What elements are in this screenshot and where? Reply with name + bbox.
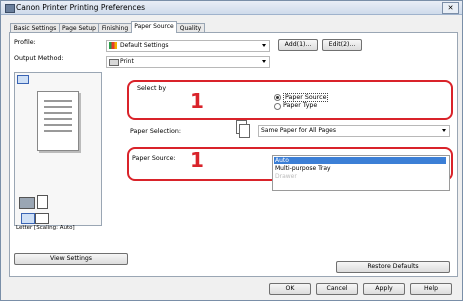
list-item[interactable]: Multi-purpose Tray bbox=[274, 165, 446, 172]
restore-defaults-button[interactable]: Restore Defaults bbox=[336, 261, 450, 273]
chevron-down-icon bbox=[262, 60, 266, 63]
profile-label: Profile: bbox=[14, 39, 36, 46]
preview-toggle-icon[interactable] bbox=[17, 75, 29, 84]
tab-paper-source[interactable]: Paper Source bbox=[131, 21, 177, 33]
window-title: Canon Printer Printing Preferences bbox=[16, 3, 145, 12]
edit-profile-button[interactable]: Edit(2)... bbox=[322, 39, 362, 51]
help-button[interactable]: Help bbox=[410, 283, 452, 295]
paper-source-radio[interactable] bbox=[274, 94, 281, 101]
paper-type-radio-label[interactable]: Paper Type bbox=[283, 102, 317, 109]
paper-type-radio[interactable] bbox=[274, 103, 281, 110]
list-item[interactable]: Drawer bbox=[274, 173, 446, 180]
printing-preferences-window: Canon Printer Printing Preferences ✕ Bas… bbox=[0, 0, 463, 301]
list-item[interactable]: Auto bbox=[274, 157, 446, 164]
select-by-callout-number: 1 bbox=[190, 89, 204, 113]
profile-combo[interactable]: Default Settings bbox=[106, 40, 270, 52]
view-settings-button[interactable]: View Settings bbox=[14, 253, 128, 265]
profile-icon bbox=[109, 42, 117, 49]
output-method-combo[interactable]: Print bbox=[106, 56, 270, 68]
paper-selection-value: Same Paper for All Pages bbox=[261, 127, 336, 134]
edit-view-icon[interactable] bbox=[35, 213, 49, 224]
print-icon bbox=[109, 59, 119, 66]
paper-source-radio-label[interactable]: Paper Source bbox=[283, 93, 329, 102]
output-method-value: Print bbox=[120, 58, 134, 65]
paper-source-label: Paper Source: bbox=[132, 155, 176, 162]
paper-selection-label: Paper Selection: bbox=[130, 128, 181, 135]
profile-value: Default Settings bbox=[120, 42, 169, 49]
paper-source-panel: Profile: Default Settings Add(1)... Edit… bbox=[9, 32, 458, 277]
select-by-label: Select by bbox=[137, 85, 167, 92]
paper-stack-icon bbox=[236, 120, 250, 138]
layout-view-icon[interactable] bbox=[21, 213, 35, 224]
apply-button[interactable]: Apply bbox=[363, 283, 405, 295]
chevron-down-icon bbox=[262, 44, 266, 47]
preview-caption: Letter [Scaling: Auto] bbox=[16, 225, 75, 231]
title-bar: Canon Printer Printing Preferences ✕ bbox=[1, 1, 462, 15]
chevron-down-icon bbox=[442, 129, 446, 132]
add-profile-button[interactable]: Add(1)... bbox=[278, 39, 318, 51]
printer-preview-icon bbox=[19, 197, 35, 209]
paper-preview-icon bbox=[37, 195, 48, 209]
close-icon[interactable]: ✕ bbox=[442, 2, 459, 14]
paper-source-callout-number: 1 bbox=[190, 148, 204, 172]
page-preview bbox=[37, 91, 79, 151]
paper-selection-combo[interactable]: Same Paper for All Pages bbox=[258, 125, 450, 137]
printer-icon bbox=[5, 4, 15, 13]
preview-area bbox=[14, 72, 102, 226]
output-method-label: Output Method: bbox=[14, 55, 64, 62]
cancel-button[interactable]: Cancel bbox=[316, 283, 358, 295]
paper-source-list[interactable]: Auto Multi-purpose Tray Drawer bbox=[272, 155, 450, 191]
ok-button[interactable]: OK bbox=[269, 283, 311, 295]
